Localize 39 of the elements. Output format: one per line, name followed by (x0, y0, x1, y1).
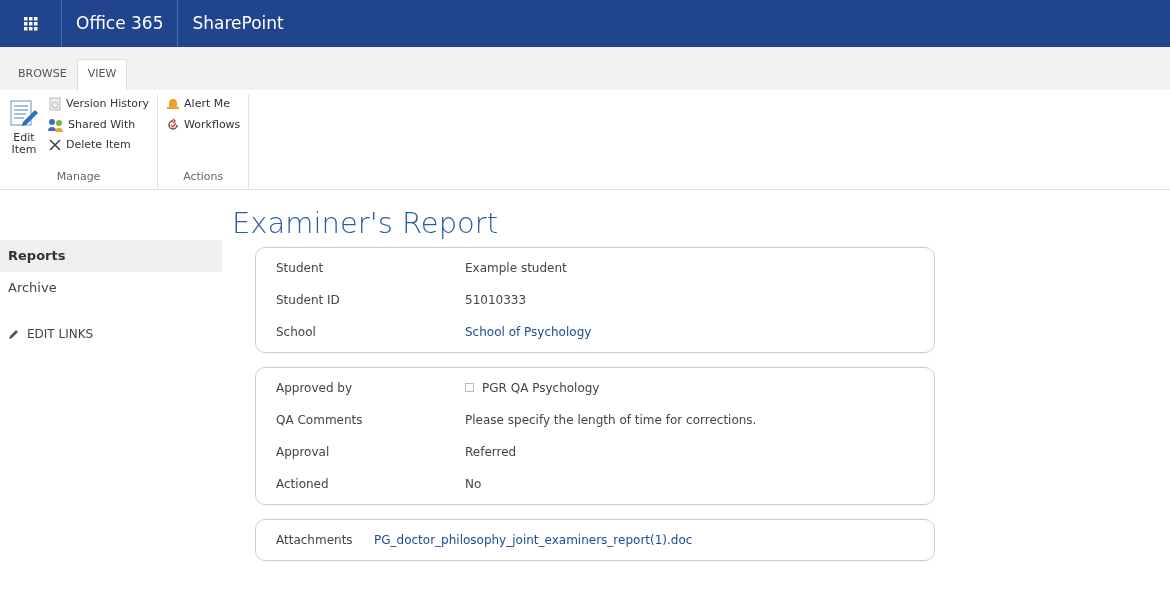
field-label: Student ID (275, 291, 341, 309)
ribbon-button[interactable]: Edit Item (6, 94, 42, 159)
field-value: Referred (465, 443, 517, 461)
field-link[interactable]: School of Psychology (465, 322, 592, 341)
edit-links-link[interactable]: EDIT LINKS (0, 319, 102, 349)
app-title[interactable]: SharePoint (178, 0, 298, 47)
page-title: Examiner's Report (232, 206, 500, 241)
field-label: Actioned (275, 475, 330, 493)
history-icon (48, 97, 62, 112)
edit-document-icon (9, 98, 39, 128)
ribbon-tab[interactable]: VIEW (76, 58, 128, 90)
close-icon (48, 138, 62, 153)
attachment-link[interactable]: PG_doctor_philosophy_joint_examiners_report(1).doc (374, 530, 693, 549)
ribbon-button[interactable]: Shared With (46, 114, 152, 135)
ribbon-button[interactable]: Delete Item (46, 135, 152, 156)
field-label: QA Comments (275, 411, 364, 429)
people-icon (48, 117, 64, 132)
ribbon-button[interactable]: Workflows (164, 114, 243, 135)
field-label: School (275, 323, 317, 341)
ribbon-button[interactable]: Version History (46, 94, 152, 115)
field-label: Student (275, 259, 325, 277)
nav-link[interactable]: Reports (0, 240, 222, 272)
field-label: Approval (275, 443, 331, 461)
person-name[interactable]: PGR QA Psychology (482, 378, 600, 397)
ribbon-button[interactable]: Alert Me (164, 94, 243, 115)
group-label: Manage (55, 168, 102, 185)
ribbon-tab[interactable]: BROWSE (8, 59, 77, 90)
field-value: 51010333 (465, 291, 527, 309)
bell-icon (166, 97, 181, 112)
group-label: Actions (182, 168, 225, 185)
workflow-icon (166, 117, 181, 132)
field-value: Example student (465, 259, 567, 277)
presence-icon (465, 383, 474, 393)
field-label: Attachments (275, 531, 354, 549)
pencil-icon (8, 328, 19, 340)
field-value: Please specify the length of time for corrections. (465, 411, 757, 429)
field-label: Approved by (275, 379, 354, 397)
field-value: No (465, 475, 482, 493)
nav-link[interactable]: Archive (0, 271, 222, 303)
